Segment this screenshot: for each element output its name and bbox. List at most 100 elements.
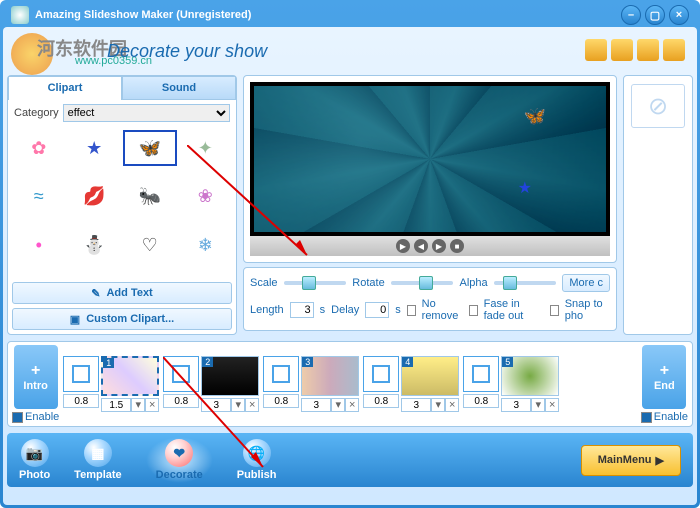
- slide-duration-input[interactable]: [201, 398, 231, 412]
- preview-canvas[interactable]: 🦋 ★: [250, 82, 610, 236]
- plus-icon: +: [660, 362, 669, 380]
- clipart-item[interactable]: ⛄: [68, 227, 122, 263]
- transition-thumb[interactable]: [463, 356, 499, 392]
- clipart-grid: ✿★🦋✦ ≈💋🐜❀ •⛄♡❄: [8, 126, 236, 278]
- slide-thumb[interactable]: 5: [501, 356, 559, 396]
- slide-dropdown[interactable]: ▾: [531, 398, 545, 412]
- slide-dropdown[interactable]: ▾: [331, 398, 345, 412]
- no-remove-label: No remove: [422, 298, 463, 322]
- toolbar-icon-1[interactable]: [585, 39, 607, 61]
- clipart-item[interactable]: ♡: [123, 227, 177, 263]
- clipart-item[interactable]: ❄: [179, 227, 233, 263]
- main-menu-button[interactable]: MainMenu▶: [581, 445, 681, 476]
- toolbar-icon-4[interactable]: [663, 39, 685, 61]
- nav-publish[interactable]: 🌐Publish: [237, 439, 277, 481]
- clipart-item[interactable]: ★: [68, 130, 122, 166]
- more-button[interactable]: More c: [562, 274, 610, 292]
- slide-delete-button[interactable]: ×: [345, 398, 359, 412]
- intro-enable-checkbox[interactable]: [12, 412, 23, 423]
- decorate-icon: ❤: [165, 439, 193, 467]
- snap-label: Snap to pho: [565, 298, 610, 322]
- scale-label: Scale: [250, 277, 278, 289]
- slide-duration-input[interactable]: [301, 398, 331, 412]
- titlebar: Amazing Slideshow Maker (Unregistered) –…: [3, 3, 697, 27]
- transition-duration[interactable]: 0.8: [263, 394, 299, 408]
- play-button[interactable]: ▶: [396, 239, 410, 253]
- nav-template[interactable]: ▦Template: [74, 439, 121, 481]
- slide-dropdown[interactable]: ▾: [431, 398, 445, 412]
- arrow-right-icon: ▶: [656, 454, 664, 467]
- clipart-panel: Clipart Sound Category effect ✿★🦋✦≈💋🐜❀•⛄…: [7, 75, 237, 335]
- tab-sound[interactable]: Sound: [122, 76, 236, 100]
- slides-strip: 0.8 1 ▾ × 0.8 2 ▾ ×: [63, 356, 636, 412]
- transition-duration[interactable]: 0.8: [163, 394, 199, 408]
- slide-delete-button[interactable]: ×: [545, 398, 559, 412]
- no-remove-checkbox[interactable]: [407, 305, 416, 316]
- stop-button[interactable]: ■: [450, 239, 464, 253]
- pencil-icon: ✎: [91, 287, 100, 300]
- placed-star-icon[interactable]: ★: [518, 178, 532, 198]
- intro-button[interactable]: + Intro: [14, 345, 58, 409]
- close-button[interactable]: ×: [669, 5, 689, 25]
- app-logo-icon: [11, 6, 29, 24]
- tab-clipart[interactable]: Clipart: [8, 76, 122, 100]
- add-text-button[interactable]: ✎Add Text: [12, 282, 232, 304]
- transition-thumb[interactable]: [163, 356, 199, 392]
- page-tagline: Decorate your show: [107, 41, 267, 62]
- slide-delete-button[interactable]: ×: [145, 398, 159, 412]
- clipart-item[interactable]: ✦: [179, 130, 233, 166]
- alpha-slider[interactable]: [494, 281, 557, 285]
- alpha-label: Alpha: [459, 277, 487, 289]
- slide-duration-input[interactable]: [401, 398, 431, 412]
- toolbar-icon-2[interactable]: [611, 39, 633, 61]
- clipart-item[interactable]: ✿: [12, 130, 66, 166]
- placed-butterfly-icon[interactable]: 🦋: [524, 106, 546, 127]
- transition-duration[interactable]: 0.8: [463, 394, 499, 408]
- category-select[interactable]: effect: [63, 104, 230, 122]
- no-image-icon: ⊘: [631, 84, 685, 128]
- minimize-button[interactable]: –: [621, 5, 641, 25]
- custom-clipart-button[interactable]: ▣Custom Clipart...: [12, 308, 232, 330]
- transition-duration[interactable]: 0.8: [63, 394, 99, 408]
- transition-thumb[interactable]: [263, 356, 299, 392]
- length-input[interactable]: [290, 302, 314, 318]
- window-title: Amazing Slideshow Maker (Unregistered): [35, 9, 251, 21]
- snap-checkbox[interactable]: [550, 305, 559, 316]
- slide-duration-input[interactable]: [501, 398, 531, 412]
- rotate-slider[interactable]: [391, 281, 454, 285]
- transition-duration[interactable]: 0.8: [363, 394, 399, 408]
- slide-thumb[interactable]: 4: [401, 356, 459, 396]
- clipart-item[interactable]: ≈: [12, 179, 66, 215]
- clipart-item[interactable]: 🐜: [123, 179, 177, 215]
- toolbar-icon-3[interactable]: [637, 39, 659, 61]
- delay-input[interactable]: [365, 302, 389, 318]
- transition-thumb[interactable]: [63, 356, 99, 392]
- publish-icon: 🌐: [243, 439, 271, 467]
- slide-delete-button[interactable]: ×: [245, 398, 259, 412]
- slide-thumb[interactable]: 2: [201, 356, 259, 396]
- nav-decorate[interactable]: ❤Decorate: [146, 437, 213, 483]
- slide-number: 5: [502, 357, 513, 367]
- image-icon: ▣: [70, 313, 80, 326]
- scale-slider[interactable]: [284, 281, 347, 285]
- slide-duration-input[interactable]: [101, 398, 131, 412]
- transition-thumb[interactable]: [363, 356, 399, 392]
- next-button[interactable]: ▶: [432, 239, 446, 253]
- slide-dropdown[interactable]: ▾: [131, 398, 145, 412]
- slide-number: 4: [402, 357, 413, 367]
- slide-thumb[interactable]: 3: [301, 356, 359, 396]
- clipart-item[interactable]: 🦋: [123, 130, 177, 166]
- slide-thumb[interactable]: 1: [101, 356, 159, 396]
- maximize-button[interactable]: ▢: [645, 5, 665, 25]
- fade-checkbox[interactable]: [469, 305, 478, 316]
- clipart-item[interactable]: ❀: [179, 179, 233, 215]
- slide-delete-button[interactable]: ×: [445, 398, 459, 412]
- playback-controls: ▶ ◀ ▶ ■: [250, 236, 610, 256]
- end-enable-checkbox[interactable]: [641, 412, 652, 423]
- end-button[interactable]: + End: [642, 345, 686, 409]
- nav-photo[interactable]: 📷Photo: [19, 439, 50, 481]
- slide-dropdown[interactable]: ▾: [231, 398, 245, 412]
- clipart-item[interactable]: •: [12, 227, 66, 263]
- prev-button[interactable]: ◀: [414, 239, 428, 253]
- clipart-item[interactable]: 💋: [68, 179, 122, 215]
